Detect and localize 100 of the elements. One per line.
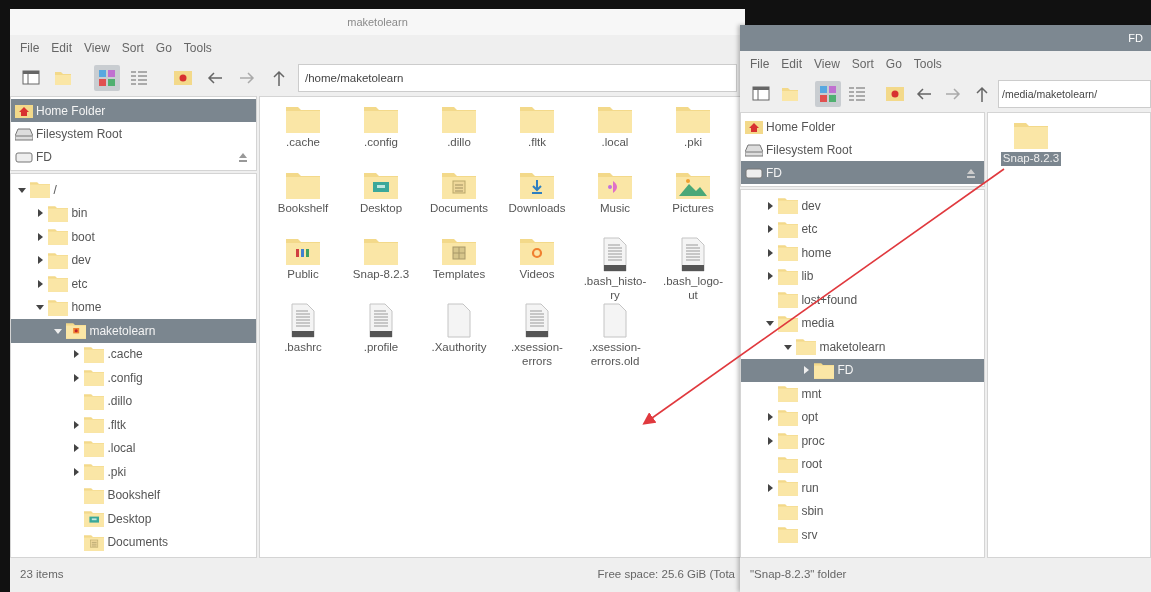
expand-arrow-icon[interactable]: [35, 231, 45, 242]
menu-item[interactable]: Tools: [913, 55, 942, 73]
grid-entry-label[interactable]: .xsession-errors: [501, 341, 573, 369]
tree-item[interactable]: root: [741, 452, 984, 476]
menu-item[interactable]: Edit: [51, 39, 73, 57]
tree-item[interactable]: /: [11, 178, 256, 202]
expand-arrow-icon[interactable]: [765, 224, 775, 235]
grid-entry-label[interactable]: Desktop: [357, 202, 405, 216]
folder-icon: [286, 105, 320, 133]
tree-item[interactable]: home: [11, 295, 256, 319]
menu-item[interactable]: View: [84, 39, 110, 57]
grid-entry-label[interactable]: .dillo: [445, 136, 473, 150]
grid-entry-label[interactable]: Bookshelf: [275, 202, 331, 216]
grid-entry-label[interactable]: .bashrc: [282, 341, 324, 355]
home-icon: [174, 69, 192, 87]
expand-arrow-icon[interactable]: [71, 466, 81, 477]
grid-entry-label[interactable]: .config: [362, 136, 400, 150]
tree-item[interactable]: dev: [11, 248, 256, 272]
grid-entry-label[interactable]: Documents: [427, 202, 491, 216]
tree-item[interactable]: srv: [741, 523, 984, 547]
tree-item[interactable]: etc: [11, 272, 256, 296]
path-field[interactable]: /media/maketolearn/: [998, 80, 1151, 108]
usb-drive-icon: [15, 149, 33, 164]
folder-icon: [778, 291, 799, 309]
expand-arrow-icon[interactable]: [71, 443, 81, 454]
expand-arrow-icon[interactable]: [35, 208, 45, 219]
tree-item[interactable]: Bookshelf: [11, 483, 256, 507]
eject-icon[interactable]: [238, 151, 248, 162]
tree-item[interactable]: boot: [11, 225, 256, 249]
expand-arrow-icon[interactable]: [71, 349, 81, 360]
expand-arrow-icon[interactable]: [765, 271, 775, 282]
icon-view-icon: [819, 85, 837, 103]
tree-item[interactable]: .config: [11, 366, 256, 390]
tree-item[interactable]: Documents: [11, 530, 256, 554]
grid-entry-label[interactable]: .fltk: [526, 136, 548, 150]
tree-item[interactable]: bin: [11, 201, 256, 225]
grid-entry-label[interactable]: .profile: [361, 341, 401, 355]
expand-arrow-icon[interactable]: [765, 247, 775, 258]
path-field[interactable]: /home/maketolearn: [298, 64, 737, 92]
menu-item[interactable]: Go: [155, 39, 172, 57]
grid-entry-label[interactable]: .bash_histo-ry: [579, 275, 651, 303]
menu-item[interactable]: Edit: [781, 55, 803, 73]
grid-entry-label[interactable]: .local: [599, 136, 631, 150]
tree-item[interactable]: home: [741, 241, 984, 265]
expand-arrow-icon[interactable]: [765, 435, 775, 446]
tree-item[interactable]: maketolearn: [741, 335, 984, 359]
folder-icon: [778, 385, 799, 403]
menu-item[interactable]: Sort: [121, 39, 144, 57]
folder-icon: [30, 181, 51, 199]
folder-icon: [778, 244, 799, 262]
tree-item[interactable]: opt: [741, 405, 984, 429]
music-folder-icon: [598, 171, 632, 199]
place-item[interactable]: Filesystem Root: [741, 138, 984, 161]
expand-arrow-icon[interactable]: [765, 200, 775, 211]
tree-item[interactable]: .local: [11, 436, 256, 460]
grid-entry-label[interactable]: .Xauthority: [429, 341, 489, 355]
menu-item[interactable]: Tools: [183, 39, 212, 57]
grid-entry-label[interactable]: Templates: [430, 268, 488, 282]
tree-item[interactable]: run: [741, 476, 984, 500]
expand-arrow-icon[interactable]: [71, 372, 81, 383]
grid-entry-label[interactable]: Downloads: [506, 202, 568, 216]
menu-item[interactable]: Go: [885, 55, 902, 73]
grid-entry-label[interactable]: .bash_logo-ut: [657, 275, 729, 303]
grid-entry-label[interactable]: Snap-8.2.3: [350, 268, 412, 282]
grid-entry-label[interactable]: Videos: [517, 268, 557, 282]
tree-item[interactable]: .cache: [11, 342, 256, 366]
grid-entry-label[interactable]: Public: [285, 268, 321, 282]
expand-arrow-icon[interactable]: [35, 278, 45, 289]
menu-item[interactable]: File: [750, 55, 770, 73]
tree-item[interactable]: mnt: [741, 382, 984, 406]
tree-item[interactable]: lib: [741, 264, 984, 288]
expand-arrow-icon[interactable]: [765, 412, 775, 423]
documents-folder-icon: [442, 171, 476, 199]
tree-item[interactable]: Desktop: [11, 507, 256, 531]
folder-icon: [778, 197, 799, 215]
grid-entry-label[interactable]: .cache: [284, 136, 322, 150]
expand-arrow-icon[interactable]: [71, 419, 81, 430]
place-item[interactable]: Home Folder: [741, 115, 984, 138]
tree-item[interactable]: dev: [741, 194, 984, 218]
window-icon: [22, 69, 40, 87]
tree-item[interactable]: proc: [741, 429, 984, 453]
folder-icon: [442, 105, 476, 133]
grid-entry-label[interactable]: .xsession-errors.old: [579, 341, 651, 369]
tree-item[interactable]: media: [741, 311, 984, 335]
tree-item[interactable]: sbin: [741, 499, 984, 523]
menu-item[interactable]: File: [20, 39, 40, 57]
tree-item[interactable]: .fltk: [11, 413, 256, 437]
menu-item[interactable]: View: [814, 55, 840, 73]
grid-entry-label[interactable]: Music: [598, 202, 632, 216]
expand-arrow-icon[interactable]: [765, 482, 775, 493]
grid-entry-label[interactable]: .pki: [682, 136, 704, 150]
tree-item[interactable]: etc: [741, 217, 984, 241]
grid-entry-label[interactable]: Pictures: [670, 202, 716, 216]
menu-item[interactable]: Sort: [851, 55, 874, 73]
folder-icon: [48, 228, 69, 246]
place-item[interactable]: FD: [11, 145, 256, 168]
expand-arrow-icon[interactable]: [35, 255, 45, 266]
tree-item[interactable]: .dillo: [11, 389, 256, 413]
tree-item[interactable]: .pki: [11, 460, 256, 484]
place-item[interactable]: Filesystem Root: [11, 122, 256, 145]
